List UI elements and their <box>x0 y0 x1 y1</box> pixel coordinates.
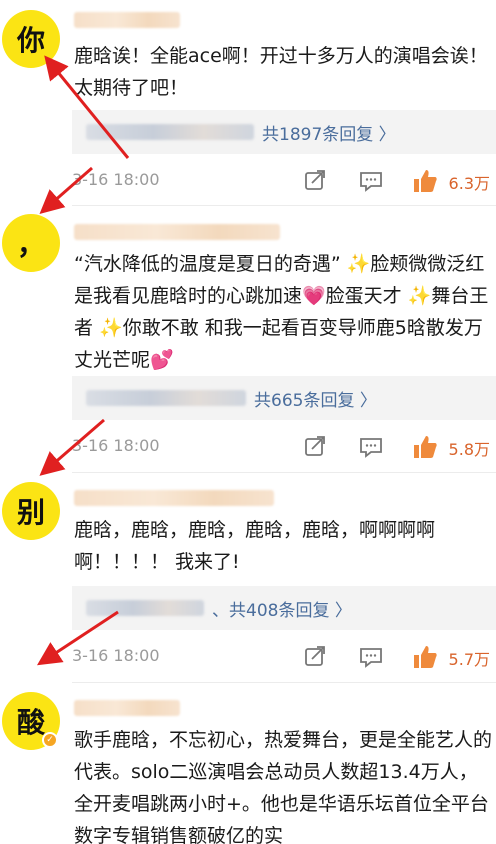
comment-text: “汽水降低的温度是夏日的奇遇” ✨脸颊微微泛红是我看见鹿晗时的心跳加速💗脸蛋天才… <box>74 253 489 371</box>
reply-count-link[interactable]: 共665条回复 〉 <box>254 386 377 411</box>
reply-box[interactable]: 共1897条回复 〉 <box>72 110 496 154</box>
reply-author-blurred <box>86 124 254 140</box>
timestamp: 3-16 18:00 <box>72 436 160 455</box>
thumbs-up-icon[interactable] <box>412 644 438 670</box>
comment-icon[interactable] <box>358 168 384 194</box>
comment-icon[interactable] <box>358 644 384 670</box>
reply-count-link[interactable]: 共1897条回复 〉 <box>262 120 396 145</box>
reply-author-blurred <box>86 600 204 616</box>
avatar[interactable]: ， <box>2 214 60 272</box>
comment-text: 歌手鹿晗，不忘初心，热爱舞台，更是全能艺人的代表。solo二巡演唱会总动员人数超… <box>74 729 493 844</box>
timestamp: 3-16 18:00 <box>72 646 160 665</box>
username-blurred[interactable] <box>74 700 180 716</box>
share-icon[interactable] <box>302 168 328 194</box>
share-icon[interactable] <box>302 644 328 670</box>
comment-icon[interactable] <box>358 434 384 460</box>
divider <box>72 472 496 473</box>
like-count: 5.8万 <box>448 440 490 459</box>
reply-author-blurred <box>86 390 246 406</box>
reply-box[interactable]: 、共408条回复 〉 <box>72 586 496 630</box>
avatar[interactable]: 酸 ✓ <box>2 692 60 750</box>
verified-badge-icon: ✓ <box>42 732 58 748</box>
username-blurred[interactable] <box>74 12 180 28</box>
like-count: 5.7万 <box>448 650 490 669</box>
reply-count-link[interactable]: 、共408条回复 〉 <box>212 596 352 621</box>
reply-box[interactable]: 共665条回复 〉 <box>72 376 496 420</box>
like-count: 6.3万 <box>448 174 490 193</box>
timestamp: 3-16 18:00 <box>72 170 160 189</box>
divider <box>72 205 496 206</box>
username-blurred[interactable] <box>74 224 280 240</box>
avatar-char: 别 <box>16 496 45 529</box>
avatar-char: ， <box>16 228 45 261</box>
share-icon[interactable] <box>302 434 328 460</box>
comment-text: 鹿晗诶！全能ace啊！开过十多万人的演唱会诶！太期待了吧！ <box>74 45 488 99</box>
divider <box>72 682 496 683</box>
thumbs-up-icon[interactable] <box>412 168 438 194</box>
comment-meta: 3-16 18:00 5.7万 <box>72 642 496 672</box>
avatar-char: 你 <box>16 24 45 57</box>
comment-text: 鹿晗，鹿晗，鹿晗，鹿晗，鹿晗，啊啊啊啊啊！！！！ 我来了! <box>74 519 436 573</box>
comment-meta: 3-16 18:00 5.8万 <box>72 432 496 462</box>
thumbs-up-icon[interactable] <box>412 434 438 460</box>
avatar[interactable]: 别 <box>2 482 60 540</box>
avatar[interactable]: 你 <box>2 10 60 68</box>
comment-meta: 3-16 18:00 6.3万 <box>72 166 496 196</box>
avatar-char: 酸 <box>16 706 45 739</box>
username-blurred[interactable] <box>74 490 274 506</box>
